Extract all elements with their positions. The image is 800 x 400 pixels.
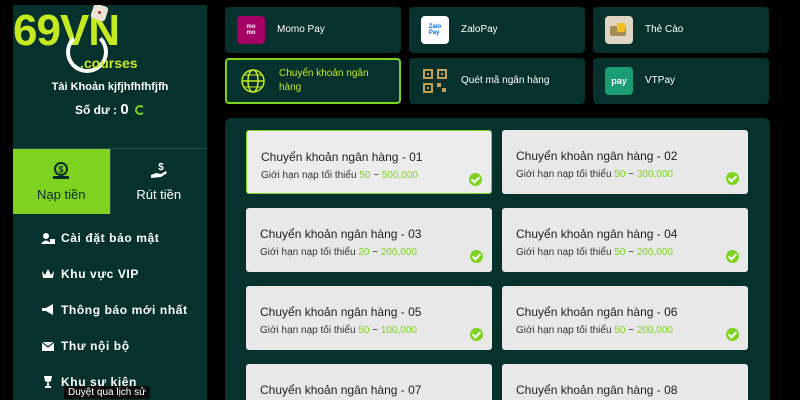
menu-label: Cài đặt bảo mật: [61, 231, 160, 245]
limit-label: Giới hạn nạp tối thiểu: [516, 325, 612, 336]
bank-card[interactable]: Chuyển khoản ngân hàng - 06 Giới hạn nạp…: [502, 286, 748, 350]
bank-card[interactable]: Chuyển khoản ngân hàng - 03 Giới hạn nạp…: [246, 208, 492, 272]
bank-limit: Giới hạn nạp tối thiểu 50 ~ 200,000: [516, 247, 673, 258]
bank-title: Chuyển khoản ngân hàng - 08: [516, 383, 678, 397]
withdraw-icon: $: [150, 162, 167, 178]
limit-max: 200,000: [636, 247, 673, 258]
bank-title: Chuyển khoản ngân hàng - 07: [260, 383, 422, 397]
limit-label: Giới hạn nạp tối thiểu: [260, 247, 356, 258]
tab-withdraw-label: Rút tiền: [136, 187, 182, 202]
limit-max: 200,000: [636, 325, 673, 336]
limit-min: 20: [358, 247, 370, 258]
menu-label: Thông báo mới nhất: [61, 303, 188, 317]
bank-limit: Giới hạn nạp tối thiểu 50 ~ 100,000: [260, 325, 417, 336]
method-label: ZaloPay: [461, 24, 498, 35]
bank-limit: Giới hạn nạp tối thiểu 50 ~ 200,000: [516, 325, 673, 336]
bank-card[interactable]: Chuyển khoản ngân hàng - 08: [502, 364, 748, 400]
limit-label: Giới hạn nạp tối thiểu: [261, 170, 357, 181]
account-name: Tài Khoản kjfjhfhfhfjfh: [51, 81, 169, 93]
momo-icon: mo mo: [237, 16, 265, 44]
limit-label: Giới hạn nạp tối thiểu: [260, 325, 356, 336]
check-icon: [470, 328, 483, 341]
svg-text:$: $: [158, 162, 164, 173]
bank-card[interactable]: Chuyển khoản ngân hàng - 02 Giới hạn nạp…: [502, 130, 748, 194]
limit-min: 50: [614, 325, 626, 336]
method-zalopay[interactable]: Zalo Pay ZaloPay: [409, 7, 585, 53]
menu-item-vip[interactable]: Khu vực VIP: [13, 256, 207, 292]
bank-title: Chuyển khoản ngân hàng - 05: [260, 305, 422, 319]
method-label: Chuyển khoản ngân hàng: [279, 68, 369, 93]
user-lock-icon: [41, 232, 55, 244]
method-qr[interactable]: Quét mã ngân hàng: [409, 58, 585, 104]
tab-deposit-label: Nạp tiền: [37, 187, 86, 202]
method-card[interactable]: Thẻ Cào: [593, 7, 769, 53]
bank-limit: Giới hạn nạp tối thiểu 50 ~ 300,000: [516, 169, 673, 180]
bank-limit: Giới hạn nạp tối thiểu 50 ~ 500,000: [261, 170, 418, 181]
menu-item-news[interactable]: Thông báo mới nhất: [13, 292, 207, 328]
bank-limit: Giới hạn nạp tối thiểu 20 ~ 200,000: [260, 247, 417, 258]
limit-min: 50: [614, 247, 626, 258]
bank-title: Chuyển khoản ngân hàng - 02: [516, 149, 678, 163]
limit-max: 200,000: [380, 247, 417, 258]
bank-card[interactable]: Chuyển khoản ngân hàng - 05 Giới hạn nạp…: [246, 286, 492, 350]
tab-deposit[interactable]: $ Nạp tiền: [13, 149, 110, 214]
balance-label: Số dư :: [74, 103, 117, 117]
vtpay-icon: pay: [605, 67, 633, 95]
limit-min: 50: [358, 325, 370, 336]
tab-withdraw[interactable]: $ Rút tiền: [109, 149, 208, 214]
zalopay-icon: Zalo Pay: [421, 16, 449, 44]
bank-list-panel: Chuyển khoản ngân hàng - 01 Giới hạn nạp…: [225, 118, 770, 400]
qr-icon: [421, 67, 449, 95]
limit-max: 500,000: [381, 170, 418, 181]
bank-title: Chuyển khoản ngân hàng - 01: [261, 150, 423, 164]
crown-icon: [41, 268, 55, 280]
sidebar-menu: Cài đặt bảo mật Khu vực VIP Thông báo mớ…: [13, 220, 207, 400]
sidebar: 69VN .courses Tài Khoản kjfjhfhfhfjfh Số…: [13, 5, 207, 400]
balance: Số dư : 0: [13, 101, 207, 118]
refresh-icon[interactable]: [135, 105, 146, 115]
menu-label: Thư nội bộ: [61, 339, 130, 353]
globe-icon: [239, 67, 267, 95]
method-label: Momo Pay: [277, 24, 325, 35]
envelope-icon: [41, 340, 55, 352]
check-icon: [726, 328, 739, 341]
check-icon: [469, 173, 482, 186]
limit-label: Giới hạn nạp tối thiểu: [516, 247, 612, 258]
megaphone-icon: [41, 304, 55, 316]
limit-label: Giới hạn nạp tối thiểu: [516, 169, 612, 180]
tooltip: Duyệt qua lịch sử: [64, 386, 150, 399]
limit-max: 300,000: [636, 169, 673, 180]
method-vtpay[interactable]: pay VTPay: [593, 58, 769, 104]
menu-label: Khu vực VIP: [61, 267, 139, 281]
logo-subtext: .courses: [80, 55, 138, 71]
bank-card[interactable]: Chuyển khoản ngân hàng - 01 Giới hạn nạp…: [246, 130, 492, 194]
balance-value: 0: [120, 101, 129, 118]
bank-card[interactable]: Chuyển khoản ngân hàng - 04 Giới hạn nạp…: [502, 208, 748, 272]
bank-title: Chuyển khoản ngân hàng - 03: [260, 227, 422, 241]
card-icon: [605, 16, 633, 44]
deposit-icon: $: [53, 162, 70, 179]
method-label: Thẻ Cào: [645, 24, 684, 35]
method-momo[interactable]: mo mo Momo Pay: [225, 7, 401, 53]
check-icon: [726, 250, 739, 263]
bank-title: Chuyển khoản ngân hàng - 04: [516, 227, 678, 241]
bank-card[interactable]: Chuyển khoản ngân hàng - 07: [246, 364, 492, 400]
method-label: VTPay: [645, 75, 676, 86]
tabs: $ Nạp tiền $ Rút tiền: [13, 148, 207, 214]
menu-item-security[interactable]: Cài đặt bảo mật: [13, 220, 207, 256]
bank-title: Chuyển khoản ngân hàng - 06: [516, 305, 678, 319]
method-label: Quét mã ngân hàng: [461, 75, 550, 86]
method-bank-transfer[interactable]: Chuyển khoản ngân hàng: [225, 58, 401, 104]
menu-item-inbox[interactable]: Thư nội bộ: [13, 328, 207, 364]
check-icon: [726, 172, 739, 185]
logo[interactable]: 69VN .courses: [13, 5, 163, 77]
limit-min: 50: [614, 169, 626, 180]
svg-text:$: $: [59, 165, 64, 175]
trophy-icon: [41, 376, 55, 388]
limit-min: 50: [359, 170, 371, 181]
limit-max: 100,000: [380, 325, 417, 336]
check-icon: [470, 250, 483, 263]
